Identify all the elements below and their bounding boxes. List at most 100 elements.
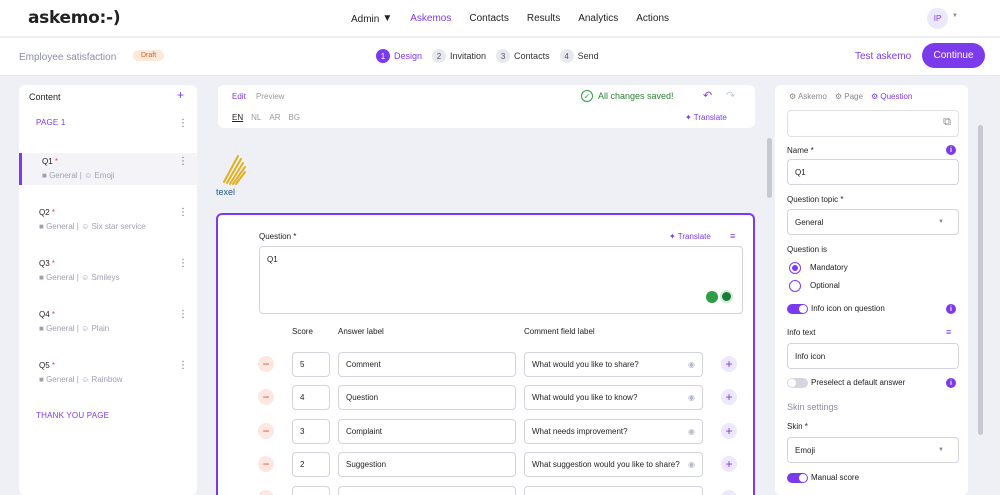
step-contacts[interactable]: 3 Contacts [496, 49, 550, 63]
remove-row-button[interactable]: − [258, 490, 274, 495]
step-label: Invitation [450, 51, 487, 61]
step-number: 2 [432, 49, 447, 63]
nav-askemos[interactable]: Askemos [410, 13, 451, 24]
remove-row-button[interactable]: − [258, 456, 274, 472]
question-item-q2[interactable]: Q2 * ■ General | ☺ Six star service ⋮ [19, 204, 197, 236]
answer-label-input[interactable]: Complaint [338, 419, 516, 444]
question-item-q3[interactable]: Q3 * ■ General | ☺ Smileys ⋮ [19, 255, 197, 287]
question-meta: ■ General | ☺ Smileys [39, 273, 120, 282]
nav-analytics[interactable]: Analytics [578, 13, 618, 24]
answer-label-input[interactable] [338, 486, 516, 495]
answer-label-input[interactable]: Question [338, 385, 516, 410]
name-input[interactable]: Q1 [787, 159, 959, 185]
add-row-button[interactable]: + [721, 456, 737, 472]
survey-title[interactable]: Employee satisfaction [19, 52, 116, 63]
remove-row-button[interactable]: − [258, 423, 274, 439]
tab-preview[interactable]: Preview [256, 92, 284, 101]
answer-label-input[interactable]: Comment [338, 352, 516, 377]
comment-field-input[interactable]: What needs improvement? ◉ [524, 419, 703, 444]
question-item-q5[interactable]: Q5 * ■ General | ☺ Rainbow ⋮ [19, 357, 197, 389]
chevron-down-icon[interactable]: ▼ [952, 13, 958, 19]
comment-field-input[interactable]: What would you like to share? ◉ [524, 352, 703, 377]
language-tabs: EN NL AR BG [232, 113, 300, 122]
thank-you-page-label[interactable]: THANK YOU PAGE [36, 411, 109, 420]
add-content-icon[interactable]: + [177, 88, 184, 102]
preselect-toggle[interactable] [787, 378, 808, 388]
editor-scrollbar[interactable] [767, 138, 772, 198]
more-icon[interactable]: ⋮ [178, 361, 188, 371]
more-icon[interactable]: ⋮ [178, 119, 188, 129]
more-icon[interactable]: ⋮ [178, 310, 188, 320]
score-input[interactable]: 3 [292, 419, 330, 444]
tab-askemo[interactable]: ⚙ Askemo [789, 92, 827, 101]
continue-button[interactable]: Continue [922, 43, 985, 68]
more-icon[interactable]: ⋮ [178, 157, 188, 167]
info-icon[interactable]: i [946, 378, 956, 388]
comment-field-input[interactable]: What would you like to know? ◉ [524, 385, 703, 410]
translate-button[interactable]: ✦ Translate [685, 113, 727, 122]
gear-icon: ⚙ [789, 92, 797, 101]
comment-field-input[interactable] [524, 486, 703, 495]
add-row-button[interactable]: + [721, 356, 737, 372]
question-editor: Question * ✦ Translate ≡ Q1 Score Answer… [216, 213, 755, 495]
bulb-icon[interactable] [706, 291, 718, 303]
more-icon[interactable]: ⋮ [178, 208, 188, 218]
question-topic-select[interactable]: General ▼ [787, 209, 959, 235]
nav-contacts[interactable]: Contacts [469, 13, 508, 24]
lang-bg[interactable]: BG [288, 113, 300, 122]
format-icon[interactable]: ≡ [946, 327, 951, 337]
manual-score-toggle[interactable] [787, 473, 808, 483]
add-row-button[interactable]: + [721, 423, 737, 439]
score-input[interactable] [292, 486, 330, 495]
lang-ar[interactable]: AR [269, 113, 280, 122]
info-icon[interactable]: i [946, 304, 956, 314]
more-icon[interactable]: ⋮ [178, 259, 188, 269]
mandatory-radio[interactable] [789, 262, 801, 274]
info-icon-toggle[interactable] [787, 304, 808, 314]
step-design[interactable]: 1 Design [376, 49, 422, 63]
step-send[interactable]: 4 Send [559, 49, 599, 63]
skin-label: Skin * [787, 422, 808, 431]
lang-en[interactable]: EN [232, 113, 243, 122]
question-textarea[interactable]: Q1 [259, 246, 743, 314]
test-askemo-button[interactable]: Test askemo [855, 51, 911, 62]
add-row-button[interactable]: + [721, 389, 737, 405]
score-input[interactable]: 2 [292, 452, 330, 477]
undo-icon[interactable]: ↶ [703, 89, 712, 102]
question-item-q1[interactable]: Q1 * ■ General | ☺ Emoji ⋮ [19, 153, 197, 185]
lang-nl[interactable]: NL [251, 113, 261, 122]
optional-radio[interactable] [789, 280, 801, 292]
nav-results[interactable]: Results [527, 13, 560, 24]
tab-question[interactable]: ⚙ Question [871, 92, 912, 101]
remove-row-button[interactable]: − [258, 389, 274, 405]
remove-row-button[interactable]: − [258, 356, 274, 372]
step-invitation[interactable]: 2 Invitation [432, 49, 486, 63]
grammar-icon[interactable] [720, 290, 733, 303]
question-item-q4[interactable]: Q4 * ■ General | ☺ Plain ⋮ [19, 306, 197, 338]
info-text-input[interactable]: Info icon [787, 343, 959, 369]
score-input[interactable]: 4 [292, 385, 330, 410]
properties-scrollbar[interactable] [978, 125, 983, 435]
top-bar: askemo:-) Admin ▼ Askemos Contacts Result… [0, 0, 1000, 37]
tab-page[interactable]: ⚙ Page [835, 92, 863, 101]
redo-icon[interactable]: ↷ [726, 89, 735, 102]
user-avatar[interactable]: IP [927, 8, 948, 29]
optional-label: Optional [810, 281, 840, 290]
answer-label-input[interactable]: Suggestion [338, 452, 516, 477]
skin-settings-heading: Skin settings [787, 402, 839, 412]
page-1-label[interactable]: PAGE 1 [36, 118, 66, 127]
skin-select[interactable]: Emoji ▼ [787, 437, 959, 463]
nav-actions[interactable]: Actions [636, 13, 669, 24]
comment-field-input[interactable]: What suggestion would you like to share?… [524, 452, 703, 477]
nav-admin[interactable]: Admin ▼ [351, 13, 392, 25]
translate-button[interactable]: ✦ Translate [669, 232, 711, 241]
eye-icon: ◉ [688, 460, 695, 469]
question-meta: ■ General | ☺ Emoji [42, 171, 115, 180]
properties-tabs: ⚙ Askemo ⚙ Page ⚙ Question [789, 92, 912, 101]
tab-edit[interactable]: Edit [232, 92, 246, 101]
score-input[interactable]: 5 [292, 352, 330, 377]
info-icon[interactable]: i [946, 145, 956, 155]
format-icon[interactable]: ≡ [730, 231, 735, 241]
external-link-icon[interactable]: ⧉ [943, 116, 951, 129]
add-row-button[interactable]: + [721, 490, 737, 495]
